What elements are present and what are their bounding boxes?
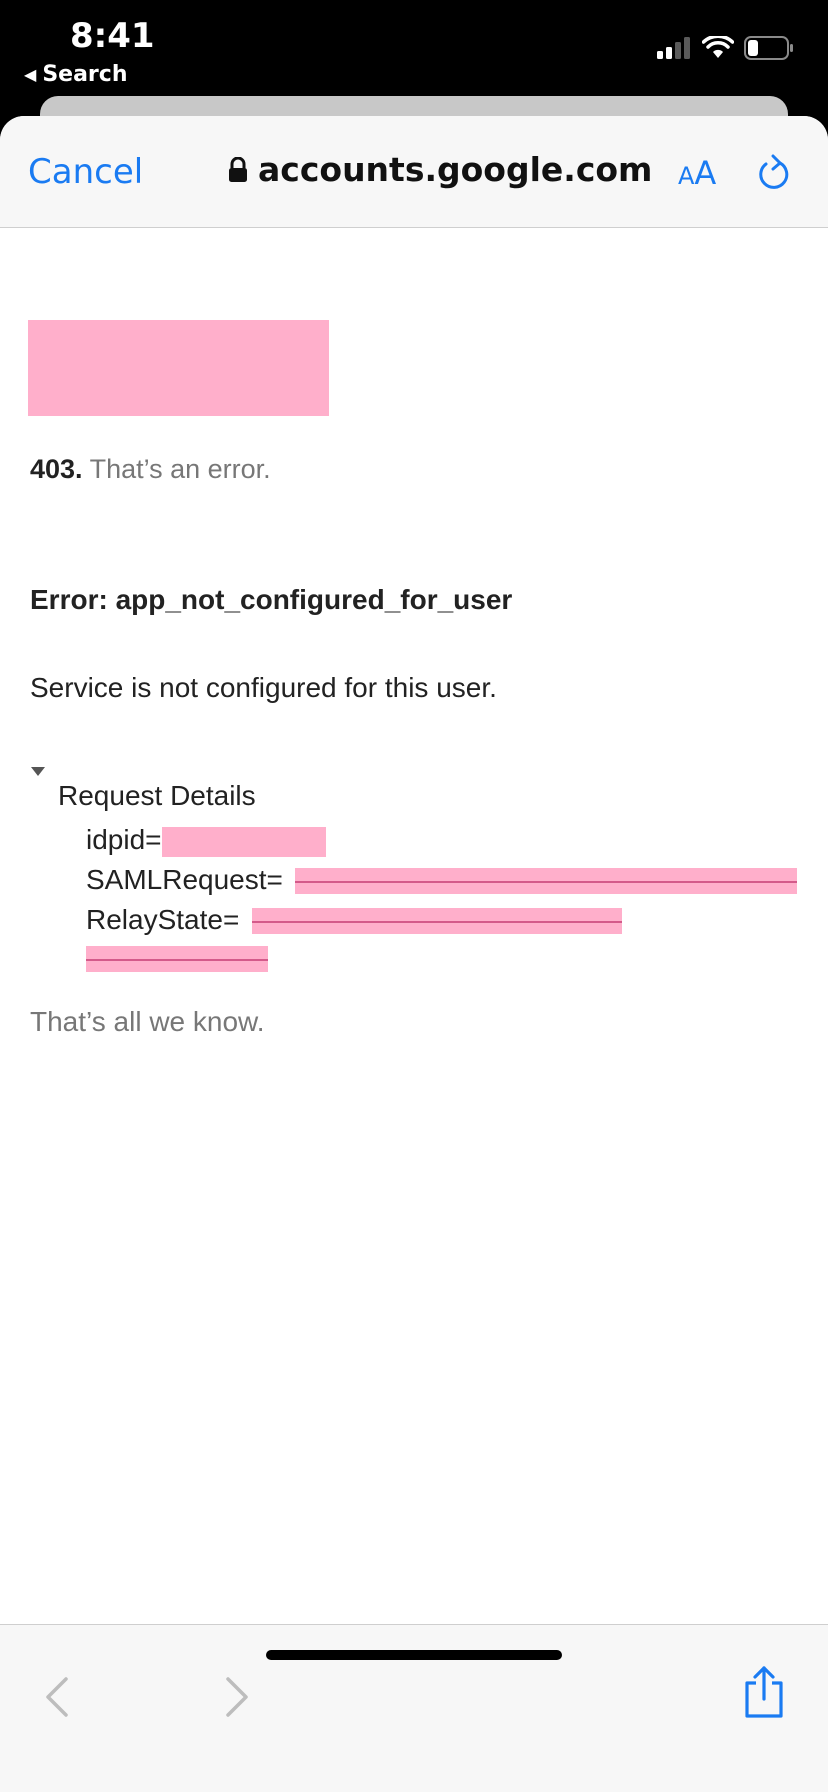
relay-state-strike-2 bbox=[86, 959, 268, 961]
idpid-key: idpid= bbox=[86, 824, 162, 855]
saml-request-strike bbox=[295, 881, 797, 883]
browser-sheet: Cancel accounts.google.com AA 403. That’… bbox=[0, 116, 828, 1792]
error-code-line: 403. That’s an error. bbox=[30, 454, 271, 485]
aa-small-label: A bbox=[678, 162, 695, 190]
wifi-icon bbox=[702, 36, 734, 58]
browser-nav-bar: Cancel accounts.google.com AA bbox=[0, 116, 828, 228]
logo-redaction bbox=[28, 320, 329, 416]
status-icons bbox=[656, 36, 794, 60]
request-details-summary[interactable]: Request Details bbox=[58, 780, 256, 812]
error-code: 403. bbox=[30, 454, 83, 484]
back-to-search-link[interactable]: ◀ Search bbox=[24, 62, 127, 87]
cellular-signal-icon bbox=[657, 37, 690, 59]
relay-state-key: RelayState= bbox=[86, 904, 240, 935]
back-to-search-label: Search bbox=[42, 62, 128, 87]
forward-arrow-icon[interactable] bbox=[222, 1675, 252, 1719]
disclosure-triangle-icon[interactable] bbox=[30, 766, 46, 778]
lock-icon bbox=[229, 156, 247, 182]
back-arrow-icon[interactable] bbox=[42, 1675, 72, 1719]
cancel-button[interactable]: Cancel bbox=[28, 152, 143, 192]
text-size-button[interactable]: AA bbox=[678, 154, 716, 192]
idpid-redaction bbox=[161, 826, 326, 857]
status-time: 8:41 bbox=[70, 16, 155, 56]
error-title: Error: app_not_configured_for_user bbox=[30, 584, 513, 615]
error-message: Service is not configured for this user. bbox=[30, 672, 497, 703]
battery-icon bbox=[744, 36, 793, 60]
status-bar: 8:41 ◀ Search bbox=[0, 0, 828, 100]
home-indicator bbox=[266, 1650, 562, 1660]
address-bar[interactable]: accounts.google.com bbox=[228, 150, 652, 189]
reload-icon[interactable] bbox=[756, 154, 792, 192]
idpid-row: idpid= bbox=[86, 824, 326, 857]
error-code-text: That’s an error. bbox=[89, 454, 271, 484]
saml-request-row: SAMLRequest= bbox=[86, 864, 283, 896]
relay-state-row: RelayState= bbox=[86, 904, 239, 936]
footer-text: That’s all we know. bbox=[30, 1006, 265, 1037]
url-text: accounts.google.com bbox=[258, 150, 653, 189]
aa-big-label: A bbox=[694, 154, 717, 192]
back-triangle-icon: ◀ bbox=[24, 65, 37, 84]
relay-state-strike-1 bbox=[252, 921, 622, 923]
saml-request-key: SAMLRequest= bbox=[86, 864, 283, 895]
share-icon[interactable] bbox=[742, 1665, 786, 1719]
